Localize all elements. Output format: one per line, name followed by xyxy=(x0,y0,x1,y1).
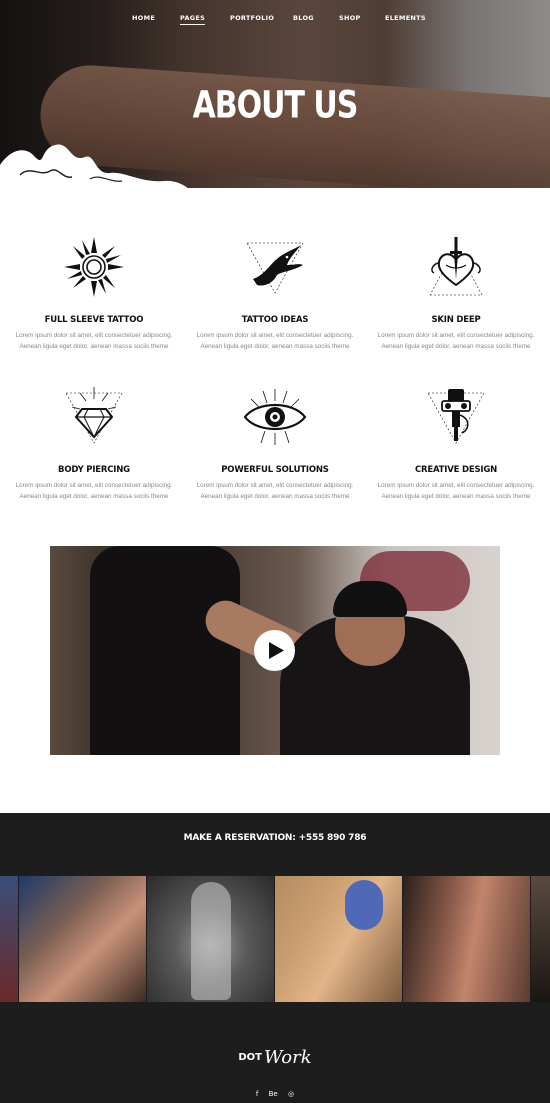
feature-description: Lorem ipsum dolor sit amet, elit consect… xyxy=(196,482,354,500)
sun-icon xyxy=(64,237,124,297)
instagram-gallery xyxy=(0,876,550,1002)
feature-card: BODY PIERCING Lorem ipsum dolor sit amet… xyxy=(14,385,174,502)
logo-dot-text: DOT xyxy=(238,1052,262,1063)
feature-title: SKIN DEEP xyxy=(431,315,481,325)
footer-logo[interactable]: DOT Work xyxy=(0,1047,550,1077)
decorative-wave xyxy=(0,144,188,188)
feature-card: FULL SLEEVE TATTOO Lorem ipsum dolor sit… xyxy=(14,235,174,352)
feature-description: Lorem ipsum dolor sit amet, elit consect… xyxy=(377,332,535,350)
main-navigation: HOME PAGES PORTFOLIO BLOG SHOP ELEMENTS xyxy=(0,14,550,28)
logo-work-text: Work xyxy=(263,1047,312,1068)
gallery-image[interactable] xyxy=(147,876,274,1002)
gallery-image[interactable] xyxy=(19,876,146,1002)
feature-description: Lorem ipsum dolor sit amet, elit consect… xyxy=(377,482,535,500)
feature-description: Lorem ipsum dolor sit amet, elit consect… xyxy=(196,332,354,350)
swallow-icon xyxy=(246,242,304,294)
feature-title: FULL SLEEVE TATTOO xyxy=(44,315,144,325)
heart-dagger-icon xyxy=(429,237,483,296)
feature-title: CREATIVE DESIGN xyxy=(414,465,498,475)
instagram-icon[interactable]: ◎ xyxy=(288,1090,294,1098)
gallery-figure xyxy=(345,880,383,930)
nav-item-home[interactable]: HOME xyxy=(132,14,155,22)
page-title: ABOUT US xyxy=(192,83,359,128)
eye-icon xyxy=(243,389,307,445)
nav-item-elements[interactable]: ELEMENTS xyxy=(385,14,426,22)
feature-card: CREATIVE DESIGN Lorem ipsum dolor sit am… xyxy=(376,385,536,502)
nav-item-pages[interactable]: PAGES xyxy=(180,14,206,25)
play-icon xyxy=(269,642,284,659)
play-button[interactable] xyxy=(254,630,295,671)
feature-card: POWERFUL SOLUTIONS Lorem ipsum dolor sit… xyxy=(195,385,355,502)
feature-card: SKIN DEEP Lorem ipsum dolor sit amet, el… xyxy=(376,235,536,352)
diamond-icon xyxy=(65,387,123,444)
gallery-figure xyxy=(191,882,231,1000)
nav-item-portfolio[interactable]: PORTFOLIO xyxy=(230,14,274,22)
nav-item-shop[interactable]: SHOP xyxy=(339,14,361,22)
video-player[interactable] xyxy=(50,546,500,755)
tattoo-machine-icon xyxy=(427,389,485,444)
feature-description: Lorem ipsum dolor sit amet, elit consect… xyxy=(15,482,173,500)
gallery-image[interactable] xyxy=(0,876,18,1002)
feature-card: TATTOO IDEAS Lorem ipsum dolor sit amet,… xyxy=(195,235,355,352)
gallery-image[interactable] xyxy=(531,876,550,1002)
social-links: f Be ◎ xyxy=(0,1090,550,1098)
feature-title: BODY PIERCING xyxy=(58,465,130,475)
feature-description: Lorem ipsum dolor sit amet, elit consect… xyxy=(15,332,173,350)
video-woman-figure xyxy=(90,546,240,755)
feature-title: POWERFUL SOLUTIONS xyxy=(221,465,329,475)
gallery-image[interactable] xyxy=(403,876,530,1002)
reservation-text: MAKE A RESERVATION: +555 890 786 xyxy=(183,833,367,843)
hero-banner: HOME PAGES PORTFOLIO BLOG SHOP ELEMENTS … xyxy=(0,0,550,188)
feature-title: TATTOO IDEAS xyxy=(241,315,309,325)
gallery-image[interactable] xyxy=(275,876,402,1002)
facebook-icon[interactable]: f xyxy=(256,1090,258,1098)
nav-item-blog[interactable]: BLOG xyxy=(293,14,314,22)
behance-icon[interactable]: Be xyxy=(269,1090,278,1098)
